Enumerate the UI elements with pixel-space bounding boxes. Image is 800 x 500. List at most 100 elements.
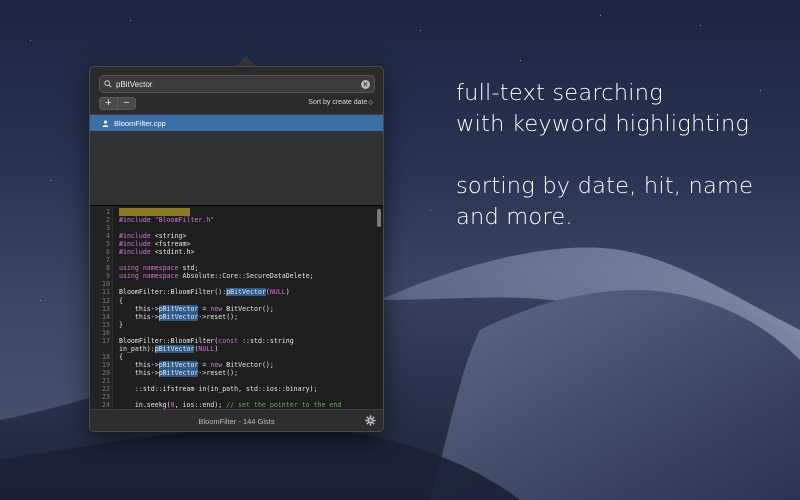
code-line: 22 ::std::ifstream in(in_path, std::ios:… <box>90 385 375 393</box>
marketing-line: with keyword highlighting <box>456 111 750 137</box>
gist-list: BloomFilter.cpp <box>90 114 383 205</box>
line-number: 15 <box>102 320 110 329</box>
code-line: 23 <box>90 393 375 401</box>
code-text: #include <string> <box>119 232 187 240</box>
code-text: this->pBitVector = new BitVector(); <box>119 360 274 369</box>
code-text: #include <fstream> <box>119 240 190 248</box>
code-line: 6 #include <stdint.h> <box>90 248 375 256</box>
gist-popover: × + − Sort by create date◇ BloomFilter.c… <box>89 66 384 432</box>
code-line: 16 <box>90 329 375 337</box>
line-number: 1 <box>106 208 110 216</box>
line-number: 2 <box>106 216 110 225</box>
line-number: 11 <box>102 288 110 297</box>
code-text: // BloomFilter.cpp <box>119 208 191 216</box>
line-number: 16 <box>102 328 110 337</box>
star <box>430 210 431 211</box>
add-remove-segment: + − <box>99 97 136 110</box>
code-token: const <box>218 336 239 345</box>
code-text: this->pBitVector->reset(); <box>119 368 238 377</box>
gist-count-label: BloomFilter - 144 Gists <box>198 416 275 426</box>
person-icon <box>100 120 110 127</box>
code-line: 19 this->pBitVector = new BitVector(); <box>90 360 375 369</box>
code-text: in_path):pBitVector(NULL) <box>119 344 219 353</box>
code-token: BloomFilter::BloomFilter( <box>119 336 219 345</box>
code-text: #include "BloomFilter.h" <box>119 216 214 224</box>
code-token: = <box>198 304 211 313</box>
list-toolbar: + − Sort by create date◇ <box>99 97 373 111</box>
remove-gist-button[interactable]: − <box>117 98 135 109</box>
marketing-block-search: full-text searching with keyword highlig… <box>456 78 753 140</box>
code-token: #include <box>119 240 155 249</box>
code-token: ::std::string <box>238 336 294 345</box>
code-token: Absolute::Core::SecureDataDelete; <box>182 272 314 281</box>
code-token: ::std::ifstream in(in_path, std::ios::bi… <box>119 385 318 394</box>
sort-dropdown[interactable]: Sort by create date◇ <box>308 99 373 106</box>
list-item-label: BloomFilter.cpp <box>114 118 166 128</box>
search-input[interactable] <box>116 77 361 91</box>
code-token: } <box>119 320 123 329</box>
list-item[interactable]: BloomFilter.cpp <box>90 115 383 131</box>
line-number: 14 <box>102 312 110 321</box>
code-line: 17 BloomFilter::BloomFilter(const ::std::… <box>90 337 375 345</box>
code-token: ) <box>214 344 219 353</box>
code-text: { <box>119 297 123 305</box>
code-line: 18 { <box>90 353 375 361</box>
sort-label: Sort by create date <box>308 99 368 106</box>
add-gist-button[interactable]: + <box>100 98 117 109</box>
code-token: std; <box>182 264 199 273</box>
code-line: 5 #include <fstream> <box>90 240 375 248</box>
code-line: 21 <box>90 377 375 385</box>
vertical-scrollbar[interactable] <box>377 209 381 227</box>
code-text: BloomFilter::BloomFilter(const ::std::st… <box>119 337 294 345</box>
code-token: in.seekg( <box>119 401 171 409</box>
code-token: ->reset(); <box>198 312 239 321</box>
code-text: in.seekg(0, ios::end); // set the pointe… <box>119 401 341 409</box>
code-line: 7 <box>90 256 375 264</box>
code-token: // BloomFilter.cpp <box>119 208 191 216</box>
code-text: { <box>119 353 123 361</box>
code-token: { <box>119 352 123 361</box>
marketing-block-sorting: sorting by date, hit, name and more. <box>456 171 753 233</box>
marketing-line: full-text searching <box>456 80 663 106</box>
line-number: 6 <box>106 248 110 257</box>
star <box>30 40 31 41</box>
line-number: 20 <box>102 368 110 377</box>
code-line: 20 this->pBitVector->reset(); <box>90 368 375 377</box>
marketing-copy: full-text searching with keyword highlig… <box>456 78 753 264</box>
code-line: 11 BloomFilter::BloomFilter():pBitVector(… <box>90 288 375 297</box>
code-token: = <box>198 360 211 369</box>
star <box>130 20 131 21</box>
line-number: 19 <box>102 360 110 369</box>
line-number: 12 <box>102 296 110 305</box>
line-number: 5 <box>106 240 110 249</box>
popover-arrow <box>236 56 256 66</box>
code-line: 9 using namespace Absolute::Core::SecureD… <box>90 272 375 280</box>
code-token: #include <box>119 216 155 225</box>
clear-search-icon[interactable]: × <box>361 79 370 89</box>
code-token: this-> <box>119 312 159 321</box>
code-token: this-> <box>119 304 159 313</box>
code-line: 14 this->pBitVector->reset(); <box>90 312 375 321</box>
star <box>50 180 51 181</box>
code-token: // set the pointer to the end <box>226 401 342 409</box>
gear-icon[interactable] <box>365 415 376 426</box>
code-text: } <box>119 321 123 329</box>
line-number: 24 <box>102 401 110 409</box>
code-viewer[interactable]: 1 // BloomFilter.cpp 2 #include "BloomFilte… <box>90 205 383 409</box>
line-number: 10 <box>102 280 110 289</box>
code-text: using namespace std; <box>119 264 198 272</box>
code-token: ) <box>285 288 290 297</box>
code-token: in_path): <box>119 344 155 353</box>
code-token: using namespace <box>119 264 183 273</box>
code-line: 1 // BloomFilter.cpp <box>90 208 375 216</box>
code-token: this-> <box>119 360 159 369</box>
search-icon <box>100 76 116 92</box>
code-line: 12 { <box>90 297 375 305</box>
search-field[interactable]: × <box>99 75 375 93</box>
line-number: 9 <box>106 272 110 281</box>
code-token: BitVector(); <box>222 304 274 313</box>
star <box>760 90 761 91</box>
line-number: 3 <box>106 224 110 233</box>
code-text: using namespace Absolute::Core::SecureDa… <box>119 272 314 280</box>
code-text: ::std::ifstream in(in_path, std::ios::bi… <box>119 385 318 393</box>
